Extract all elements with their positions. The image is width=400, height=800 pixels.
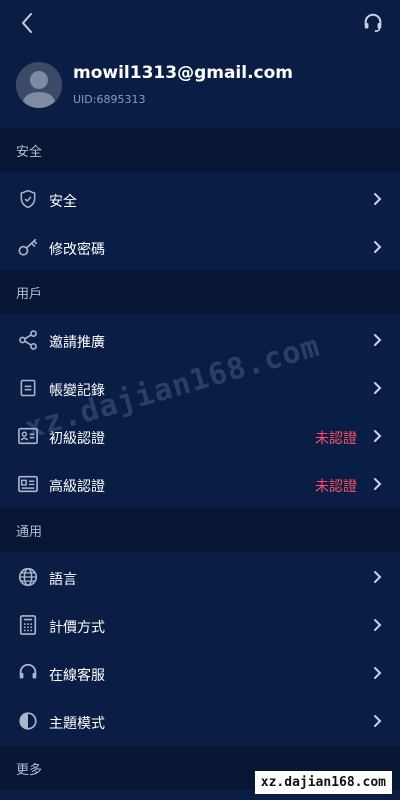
- chevron-right-icon: [370, 192, 384, 206]
- headset-icon: [364, 13, 382, 33]
- section-title: 更多: [16, 762, 43, 778]
- chevron-right-icon: [370, 381, 384, 395]
- user-uid: UID:6895313: [73, 93, 146, 106]
- section-header-user: 用戶: [0, 270, 400, 314]
- user-email: mowil1313@gmail.com: [73, 63, 294, 83]
- verification-status: 未認證: [315, 479, 357, 495]
- chevron-right-icon: [370, 666, 384, 680]
- support-button[interactable]: [360, 10, 386, 36]
- menu-item-invite[interactable]: 邀請推廣: [0, 316, 400, 364]
- section-title: 安全: [16, 144, 43, 160]
- back-button[interactable]: [14, 10, 40, 36]
- chevron-right-icon: [370, 429, 384, 443]
- chevron-right-icon: [370, 477, 384, 491]
- watermark-footer: xz.dajian168.com: [254, 771, 392, 794]
- section-header-general: 通用: [0, 508, 400, 552]
- menu-item-basic-verification[interactable]: 初級認證 未認證: [0, 412, 400, 460]
- section-header-security: 安全: [0, 128, 400, 172]
- user-avatar-icon: [16, 62, 62, 108]
- key-icon: [17, 236, 39, 258]
- chevron-left-icon: [22, 13, 32, 33]
- menu-item-label: 邀請推廣: [49, 335, 105, 351]
- profile-card: mowil1313@gmail.com UID:6895313: [0, 46, 400, 128]
- chevron-right-icon: [370, 570, 384, 584]
- menu-item-advanced-verification[interactable]: 高級認證 未認證: [0, 460, 400, 508]
- shield-check-icon: [17, 188, 39, 210]
- menu-item-change-password[interactable]: 修改密碼: [0, 223, 400, 271]
- record-icon: [17, 377, 39, 399]
- globe-icon: [17, 566, 39, 588]
- chevron-right-icon: [370, 240, 384, 254]
- menu-item-pricing-method[interactable]: 計價方式: [0, 601, 400, 649]
- contrast-icon: [17, 710, 39, 732]
- menu-item-label: 主題模式: [49, 716, 105, 732]
- menu-item-label: 初級認證: [49, 431, 105, 447]
- menu-item-account-record[interactable]: 帳變記錄: [0, 364, 400, 412]
- menu-item-label: 在線客服: [49, 668, 105, 684]
- menu-item-label: 語言: [49, 572, 77, 588]
- menu-item-online-support[interactable]: 在線客服: [0, 649, 400, 697]
- menu-item-label: 安全: [49, 194, 77, 210]
- share-icon: [17, 329, 39, 351]
- menu-item-theme-mode[interactable]: 主題模式: [0, 697, 400, 745]
- menu-item-label: 修改密碼: [49, 242, 105, 258]
- section-title: 用戶: [16, 286, 43, 302]
- menu-item-security[interactable]: 安全: [0, 175, 400, 223]
- headset-icon: [17, 662, 39, 684]
- calculator-icon: [17, 614, 39, 636]
- menu-item-language[interactable]: 語言: [0, 553, 400, 601]
- menu-item-label: 帳變記錄: [49, 383, 105, 399]
- chevron-right-icon: [370, 333, 384, 347]
- chevron-right-icon: [370, 618, 384, 632]
- verification-status: 未認證: [315, 431, 357, 447]
- section-title: 通用: [16, 524, 43, 540]
- menu-item-label: 計價方式: [49, 620, 105, 636]
- avatar[interactable]: [16, 62, 62, 108]
- top-bar: [0, 0, 400, 46]
- menu-item-label: 高級認證: [49, 479, 105, 495]
- chevron-right-icon: [370, 714, 384, 728]
- id-card-advanced-icon: [17, 473, 39, 495]
- id-card-icon: [17, 425, 39, 447]
